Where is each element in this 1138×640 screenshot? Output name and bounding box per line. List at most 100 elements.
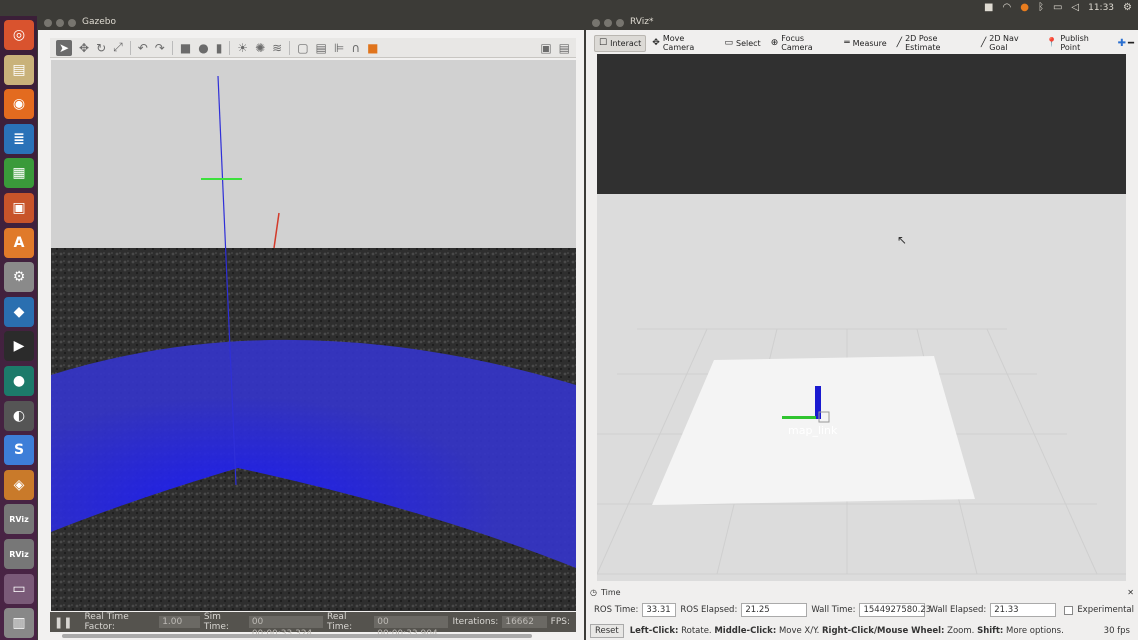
tool-2d-nav-goal[interactable]: ╱ 2D Nav Goal (977, 34, 1040, 52)
tool-interact[interactable]: ☐ Interact (594, 34, 647, 52)
rviz-titlebar[interactable]: RViz* (586, 16, 1138, 30)
tool-move-camera[interactable]: ✥ Move Camera (648, 34, 718, 52)
sphere-shape-icon[interactable]: ● (198, 41, 208, 55)
redo-icon[interactable]: ↷ (155, 41, 165, 55)
close-button[interactable] (592, 19, 600, 27)
reset-button[interactable]: Reset (590, 624, 624, 638)
change-view-icon[interactable]: ■ (367, 41, 378, 55)
tool-2d-pose-estimate[interactable]: ╱ 2D Pose Estimate (893, 34, 975, 52)
tool-icon: 📍 (1046, 38, 1058, 48)
rviz-window: RViz* ☐ Interact ✥ Move Camera ▭ Select ⊕ Focus… (586, 16, 1138, 640)
scale-mode-icon[interactable]: ⤢ (113, 40, 123, 55)
rviz-toolbar: ☐ Interact ✥ Move Camera ▭ Select ⊕ Focus Camer… (594, 34, 1134, 52)
pause-icon[interactable]: ❚❚ (54, 616, 72, 629)
viewport-background (597, 54, 1126, 194)
tool-icon: ✥ (652, 38, 660, 48)
window-title: RViz* (630, 17, 654, 27)
tool-label: Select (736, 38, 761, 48)
real-time-value: 00 00:00:33.904 (374, 616, 449, 639)
volume-icon[interactable]: ◁ (1071, 2, 1079, 14)
real-time-label: Real Time: (327, 612, 353, 632)
rtf-value: 1.00 (159, 616, 200, 628)
toolbar-divider (289, 40, 291, 55)
experimental-checkbox[interactable] (1064, 605, 1074, 615)
robot-y-axis (782, 416, 816, 419)
box-shape-icon[interactable]: ■ (180, 41, 191, 55)
ros-elapsed-field[interactable]: 21.25 (741, 603, 808, 617)
close-panel-icon[interactable]: ✕ (1127, 588, 1134, 597)
point-light-icon[interactable]: ☀ (237, 41, 248, 55)
translate-mode-icon[interactable]: ✥ (79, 41, 89, 55)
ros-elapsed-label: ROS Elapsed: (680, 605, 738, 615)
toolbar-divider (229, 40, 231, 55)
status-hint: Left-Click: Rotate. Middle-Click: Move X… (629, 626, 1064, 636)
simplenote-icon[interactable]: S (4, 435, 34, 466)
bluetooth-icon[interactable]: ᛒ (1038, 2, 1044, 14)
ros-time-field[interactable]: 33.31 (642, 603, 677, 617)
rotate-mode-icon[interactable]: ↻ (96, 41, 106, 55)
paste-icon[interactable]: ▤ (316, 41, 327, 55)
software-center-icon[interactable]: A (4, 227, 34, 258)
ros-time-label: ROS Time: (594, 605, 639, 615)
tool-label: 2D Pose Estimate (905, 34, 941, 52)
writer-icon[interactable]: ≣ (4, 123, 34, 154)
time-panel: ROS Time: 33.31 ROS Elapsed: 21.25 Wall … (594, 602, 1134, 618)
undo-icon[interactable]: ↶ (138, 41, 148, 55)
gitkraken-icon[interactable]: ● (4, 366, 34, 396)
minimize-button[interactable] (604, 19, 612, 27)
add-tool-icon[interactable]: ✚ (1118, 38, 1126, 49)
cylinder-shape-icon[interactable]: ▮ (216, 41, 223, 55)
settings-icon[interactable]: ⚙ (4, 262, 34, 293)
calc-icon[interactable]: ▦ (4, 158, 34, 189)
ubuntu-dash-icon[interactable]: ◎ (4, 20, 34, 50)
vscode-icon[interactable]: ◆ (4, 296, 34, 327)
firefox-icon[interactable]: ◉ (4, 89, 34, 120)
tool-icon: ▭ (724, 38, 734, 48)
launcher: ◎ ▤ ◉ ≣ ▦ ▣ A ⚙ ◆ ▶ ● ◐ S ◈ RViz RViz ▭ ▥ (0, 16, 37, 640)
workspace-icon[interactable]: ▭ (4, 573, 34, 604)
snap-icon[interactable]: ∩ (351, 41, 360, 55)
clock[interactable]: 11:33 (1088, 3, 1114, 13)
gazebo-3d-viewport[interactable] (51, 60, 576, 611)
terminal-icon[interactable]: ▶ (4, 331, 34, 362)
rviz-3d-viewport[interactable]: map_link ↖ (597, 54, 1126, 581)
rviz-icon[interactable]: RViz (4, 504, 34, 535)
files-icon[interactable]: ▤ (4, 54, 34, 85)
gear-icon[interactable]: ⚙ (1123, 2, 1132, 14)
copy-icon[interactable]: ▢ (297, 41, 308, 55)
camera-icon[interactable]: ■ (984, 2, 993, 14)
gazebo-titlebar[interactable]: Gazebo (38, 16, 584, 30)
notification-icon[interactable]: ● (1020, 2, 1029, 14)
tool-measure[interactable]: ═ Measure (840, 35, 890, 52)
align-icon[interactable]: ⊫ (334, 41, 344, 55)
window-title: Gazebo (82, 17, 116, 27)
tool-publish-point[interactable]: 📍 Publish Point (1042, 34, 1111, 52)
wifi-icon[interactable]: ◠ (1002, 2, 1011, 14)
toolbar-divider (129, 40, 131, 55)
tool-select[interactable]: ▭ Select (721, 35, 765, 52)
gazebo-scene (51, 60, 576, 611)
screenshot-icon[interactable]: ▣ (540, 41, 551, 55)
rviz-icon-2[interactable]: RViz (4, 539, 34, 569)
battery-icon[interactable]: ▭ (1053, 2, 1062, 14)
horizontal-scrollbar[interactable] (62, 634, 532, 638)
tool-focus-camera[interactable]: ⊕ Focus Camera (767, 34, 839, 52)
select-mode-icon[interactable]: ➤ (56, 39, 72, 56)
impress-icon[interactable]: ▣ (4, 193, 34, 223)
iterations-label: Iterations: (452, 617, 499, 627)
gazebo-icon[interactable]: ◐ (4, 400, 34, 431)
trash-icon[interactable]: ▥ (4, 608, 34, 639)
system-tray: ■ ◠ ● ᛒ ▭ ◁ 11:33 ⚙ (984, 2, 1132, 14)
sublime-icon[interactable]: ◈ (4, 469, 34, 500)
tool-label: 2D Nav Goal (989, 34, 1019, 52)
close-button[interactable] (44, 19, 52, 27)
minimize-button[interactable] (56, 19, 64, 27)
remove-tool-icon[interactable]: ━ (1128, 38, 1134, 49)
wall-time-field[interactable]: 1544927580.23 (859, 603, 931, 617)
maximize-button[interactable] (616, 19, 624, 27)
log-icon[interactable]: ▤ (559, 41, 570, 55)
maximize-button[interactable] (68, 19, 76, 27)
wall-elapsed-field[interactable]: 21.33 (990, 603, 1057, 617)
directional-light-icon[interactable]: ≋ (272, 41, 282, 55)
spot-light-icon[interactable]: ✺ (255, 41, 265, 55)
